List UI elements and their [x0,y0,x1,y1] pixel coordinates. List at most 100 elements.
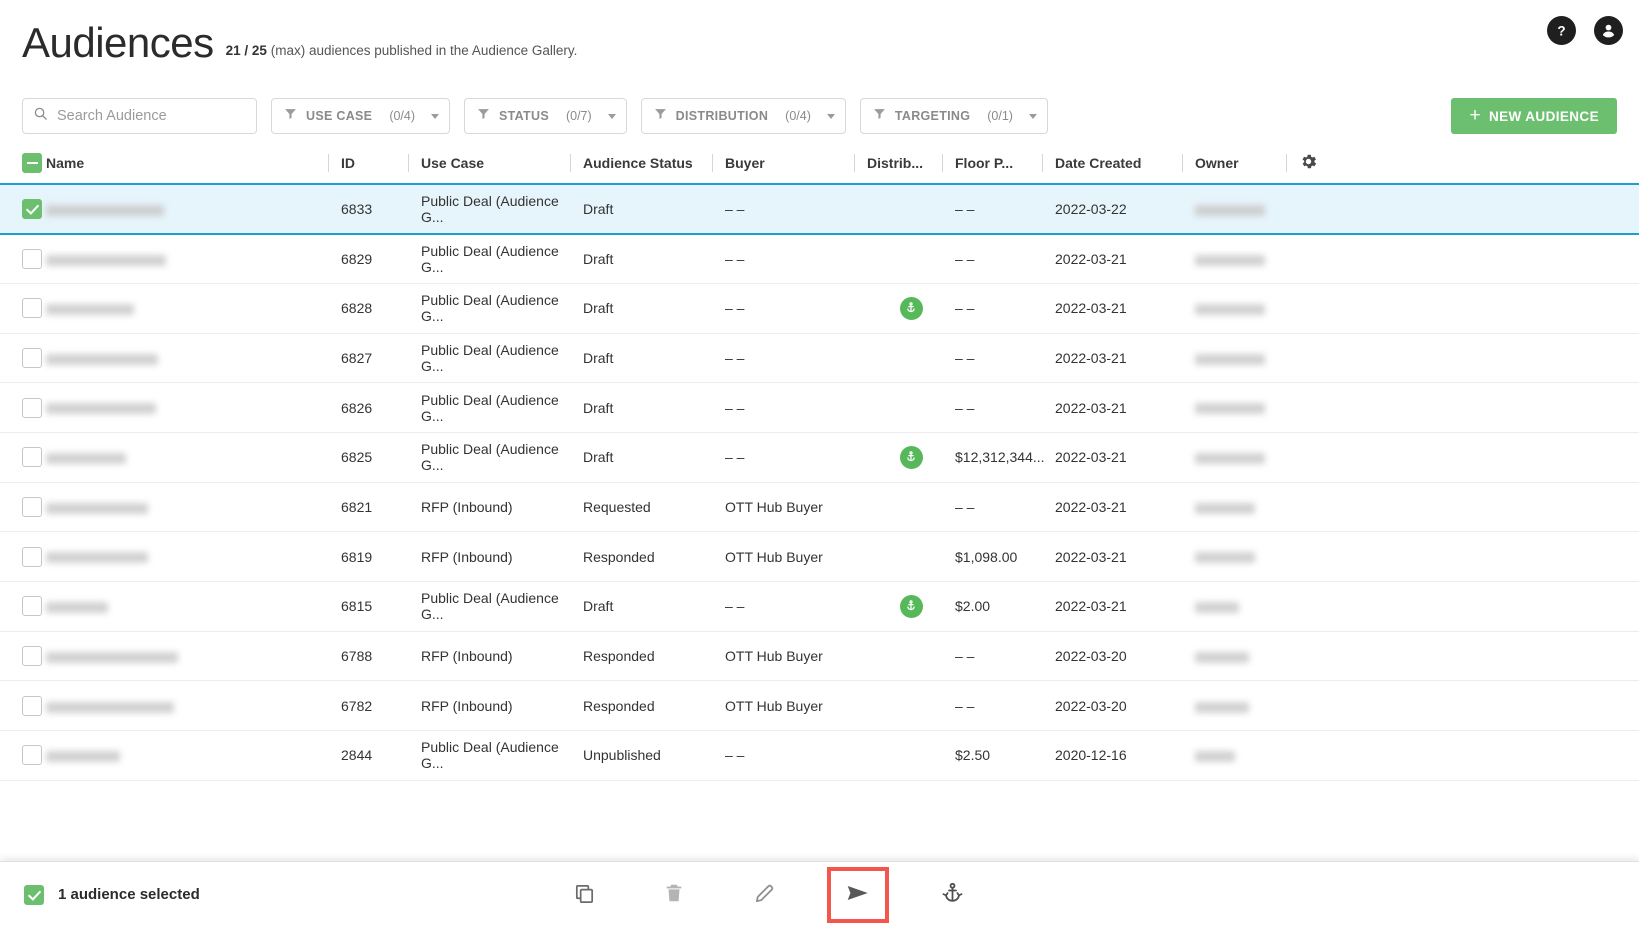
cell-owner [1195,482,1299,532]
delete-button[interactable] [650,871,698,919]
plus-icon: + [1469,104,1481,126]
column-header-owner[interactable]: Owner [1195,142,1299,184]
cell-floor-price: – – [955,349,975,366]
cell-audience-status: Draft [583,399,614,416]
table-row[interactable]: 6788 RFP (Inbound) Responded OTT Hub Buyer –… [0,631,1639,681]
filter-chip-use-case[interactable]: USE CASE (0/4) [271,98,451,134]
filter-chip-status[interactable]: STATUS (0/7) [464,98,627,134]
table-row[interactable]: 6833 Public Deal (Audience G... Draft – – – … [0,184,1639,234]
row-checkbox[interactable] [22,695,42,716]
redacted-owner [1195,353,1265,365]
row-select-cell [0,731,46,781]
row-checkbox[interactable] [22,646,42,667]
column-header-name[interactable]: Name [46,142,341,184]
select-all-checkbox[interactable] [22,152,42,173]
edit-button[interactable] [740,871,788,919]
row-checkbox[interactable] [22,496,42,517]
gear-icon[interactable] [1299,154,1318,174]
cell-distribution [867,184,955,234]
table-row[interactable]: 6821 RFP (Inbound) Requested OTT Hub Buyer –… [0,482,1639,532]
row-select-cell [0,482,46,532]
cell-id: 2844 [341,747,373,764]
send-icon [845,880,871,909]
search-box[interactable] [22,98,257,134]
redacted-name [46,602,108,614]
row-checkbox[interactable] [22,298,42,319]
selection-label: 1 audience selected [58,886,200,903]
row-checkbox[interactable] [22,347,42,368]
table-row[interactable]: 6829 Public Deal (Audience G... Draft – – – … [0,234,1639,284]
selection-action-bar: 1 audience selected [0,861,1639,927]
column-header-floor-price[interactable]: Floor P... [955,142,1055,184]
row-checkbox[interactable] [22,596,42,617]
cell-date-created: 2022-03-21 [1055,449,1127,466]
filter-count: (0/1) [987,109,1013,123]
filter-chip-distribution[interactable]: DISTRIBUTION (0/4) [640,98,846,134]
cell-audience-status: Draft [583,449,614,466]
redacted-owner [1195,254,1265,266]
cell-name [46,383,341,433]
cell-spacer [1299,383,1639,433]
help-circle-icon[interactable]: ? [1547,16,1576,45]
row-checkbox[interactable] [22,745,42,766]
cell-name [46,234,341,284]
row-checkbox[interactable] [22,248,42,269]
table-row[interactable]: 6827 Public Deal (Audience G... Draft – – – … [0,333,1639,383]
cell-date-created: 2022-03-22 [1055,200,1127,217]
cell-audience-status: Draft [583,349,614,366]
table-row[interactable]: 2844 Public Deal (Audience G... Unpublishe… [0,731,1639,781]
redacted-name [46,353,158,365]
column-header-date-created[interactable]: Date Created [1055,142,1195,184]
table-row[interactable]: 6825 Public Deal (Audience G... Draft – – $1… [0,432,1639,483]
new-audience-button[interactable]: + NEW AUDIENCE [1451,98,1617,134]
row-checkbox[interactable] [22,546,42,567]
new-audience-label: NEW AUDIENCE [1488,108,1599,124]
column-header-audience-status[interactable]: Audience Status [583,142,725,184]
cell-date-created: 2020-12-16 [1055,747,1127,764]
cell-name [46,532,341,582]
redacted-owner [1195,204,1265,216]
selection-checkbox[interactable] [24,884,44,905]
row-checkbox[interactable] [22,447,42,468]
cell-date-created: 2022-03-21 [1055,548,1127,565]
table-row[interactable]: 6815 Public Deal (Audience G... Draft – – $2… [0,582,1639,632]
filter-chip-targeting[interactable]: TARGETING (0/1) [859,98,1048,134]
column-header-buyer[interactable]: Buyer [725,142,867,184]
cell-floor-price: – – [955,498,975,515]
redacted-owner [1195,651,1249,663]
filter-label: USE CASE [306,109,373,123]
cell-date-created: 2022-03-21 [1055,399,1127,416]
copy-button[interactable] [560,871,608,919]
cell-owner [1195,582,1299,632]
cell-use-case: Public Deal (Audience G... [421,739,559,772]
row-checkbox[interactable] [22,198,42,219]
filter-count: (0/4) [785,109,811,123]
cell-spacer [1299,731,1639,781]
redacted-owner [1195,751,1235,763]
search-icon [33,106,48,126]
row-checkbox[interactable] [22,397,42,418]
cell-use-case: Public Deal (Audience G... [421,292,559,325]
table-row[interactable]: 6826 Public Deal (Audience G... Draft – – – … [0,383,1639,433]
anchor-icon[interactable] [899,445,923,469]
cell-floor-price: $2.50 [955,747,991,764]
cell-owner [1195,432,1299,482]
table-row[interactable]: 6819 RFP (Inbound) Responded OTT Hub Buyer $… [0,532,1639,582]
column-header-use-case[interactable]: Use Case [421,142,583,184]
cell-owner [1195,283,1299,333]
svg-text:?: ? [1557,23,1565,38]
table-row[interactable]: 6782 RFP (Inbound) Responded OTT Hub Buyer –… [0,681,1639,731]
table-row[interactable]: 6828 Public Deal (Audience G... Draft – – – … [0,283,1639,334]
account-circle-icon[interactable] [1594,16,1623,45]
anchor-move-button[interactable] [928,871,976,919]
row-select-cell [0,184,46,234]
send-button[interactable] [827,866,889,923]
filter-label: DISTRIBUTION [675,109,769,123]
search-input[interactable] [57,108,246,124]
cell-id: 6826 [341,399,373,416]
audience-table: Name ID Use Case Audience Status Buyer D… [0,142,1639,781]
anchor-icon[interactable] [899,594,923,618]
anchor-icon[interactable] [899,296,923,320]
cell-floor-price: $12,312,344... [955,449,1045,466]
column-header-id[interactable]: ID [341,142,421,184]
